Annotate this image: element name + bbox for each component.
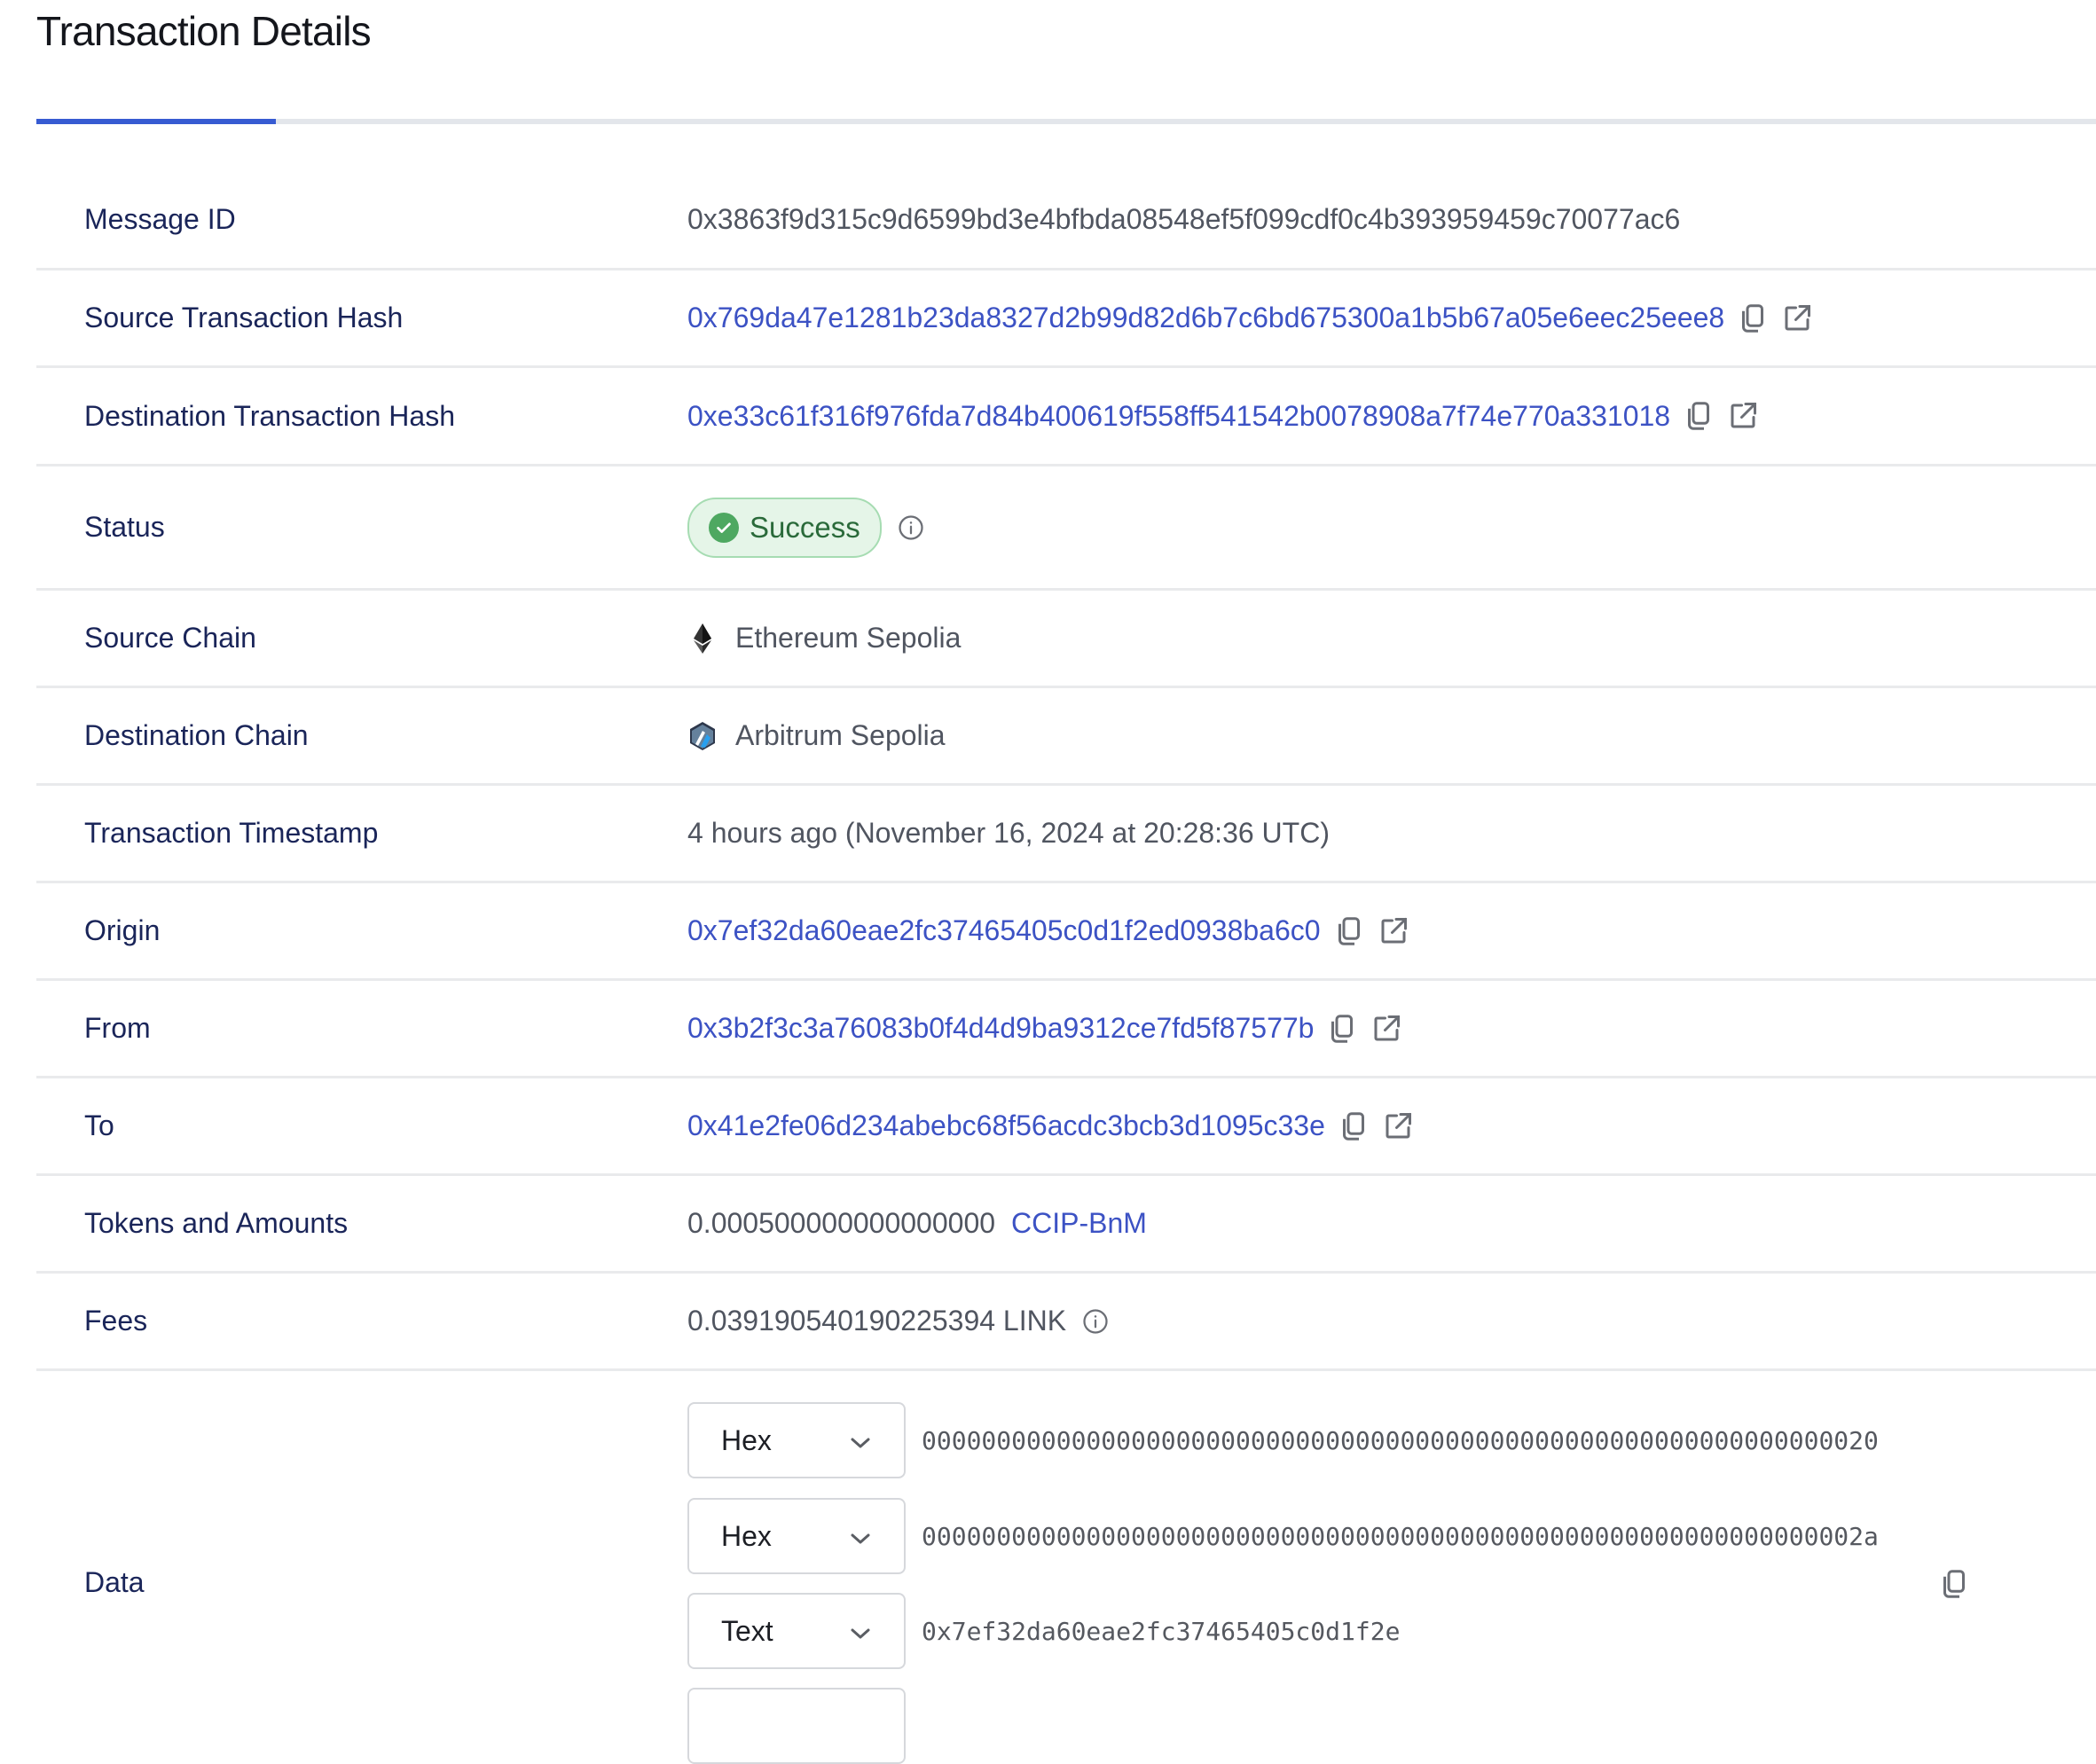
external-link-icon[interactable] — [1781, 302, 1813, 334]
label-timestamp: Transaction Timestamp — [84, 817, 379, 849]
status-badge: Success — [687, 497, 882, 558]
row-fees: Fees 0.039190540190225394 LINK — [36, 1274, 2096, 1371]
copy-icon[interactable] — [1333, 915, 1365, 947]
row-message-id: Message ID 0x3863f9d315c9d6599bd3e4bfbda… — [36, 170, 2096, 270]
label-message-id: Message ID — [84, 202, 236, 235]
external-link-icon[interactable] — [1378, 915, 1409, 947]
active-tab-indicator[interactable] — [36, 119, 276, 124]
dest-chain-name: Arbitrum Sepolia — [735, 719, 946, 751]
value-timestamp: 4 hours ago (November 16, 2024 at 20:28:… — [687, 817, 1330, 849]
copy-icon[interactable] — [1338, 1110, 1370, 1142]
token-link[interactable]: CCIP-BnM — [1011, 1207, 1147, 1240]
data-format-select-1[interactable]: Hex — [687, 1402, 906, 1478]
check-circle-icon — [709, 512, 739, 543]
token-amount: 0.000500000000000000 — [687, 1207, 996, 1239]
value-dest-chain-wrap: Arbitrum Sepolia — [687, 719, 946, 752]
chevron-down-icon — [849, 1520, 872, 1553]
value-from-wrap: 0x3b2f3c3a76083b0f4d4d9ba9312ce7fd5f8757… — [687, 1012, 1402, 1045]
label-from: From — [84, 1012, 151, 1044]
fees-value: 0.039190540190225394 LINK — [687, 1305, 1067, 1337]
value-source-chain-wrap: Ethereum Sepolia — [687, 622, 961, 655]
select-value: Hex — [721, 1423, 772, 1456]
copy-icon[interactable] — [1683, 400, 1715, 432]
origin-link[interactable]: 0x7ef32da60eae2fc37465405c0d1f2ed0938ba6… — [687, 914, 1321, 947]
ethereum-icon — [687, 623, 718, 655]
row-dest-tx: Destination Transaction Hash 0xe33c61f31… — [36, 368, 2096, 466]
tab-bar — [36, 119, 2096, 124]
label-source-chain: Source Chain — [84, 622, 256, 654]
label-origin: Origin — [84, 914, 161, 946]
label-data: Data — [84, 1566, 145, 1598]
data-line-2: Hex 000000000000000000000000000000000000… — [687, 1498, 1879, 1574]
row-timestamp: Transaction Timestamp 4 hours ago (Novem… — [36, 786, 2096, 883]
external-link-icon[interactable] — [1727, 400, 1759, 432]
data-format-select-4[interactable] — [687, 1688, 906, 1764]
source-tx-link[interactable]: 0x769da47e1281b23da8327d2b99d82d6b7c6bd6… — [687, 302, 1724, 334]
copy-icon[interactable] — [1737, 302, 1769, 334]
select-value: Hex — [721, 1519, 772, 1552]
row-status: Status Success — [36, 466, 2096, 591]
row-to: To 0x41e2fe06d234abebc68f56acdc3bcb3d109… — [36, 1078, 2096, 1176]
status-text: Success — [750, 510, 860, 544]
external-link-icon[interactable] — [1370, 1013, 1402, 1045]
label-tokens: Tokens and Amounts — [84, 1207, 349, 1239]
external-link-icon[interactable] — [1382, 1110, 1414, 1142]
data-value-2: 0000000000000000000000000000000000000000… — [922, 1521, 1879, 1551]
label-status: Status — [84, 511, 165, 543]
data-format-select-3[interactable]: Text — [687, 1593, 906, 1669]
page-title: Transaction Details — [36, 8, 372, 54]
copy-icon[interactable] — [1326, 1013, 1358, 1045]
row-tokens: Tokens and Amounts 0.000500000000000000 … — [36, 1176, 2096, 1274]
data-format-select-2[interactable]: Hex — [687, 1498, 906, 1574]
arbitrum-icon — [687, 720, 718, 752]
row-source-chain: Source Chain Ethereum Sepolia — [36, 591, 2096, 688]
label-source-tx: Source Transaction Hash — [84, 302, 404, 333]
source-chain-name: Ethereum Sepolia — [735, 622, 962, 654]
value-fees-wrap: 0.039190540190225394 LINK — [687, 1305, 1109, 1337]
label-dest-tx: Destination Transaction Hash — [84, 399, 455, 432]
label-to: To — [84, 1109, 114, 1141]
dest-tx-link[interactable]: 0xe33c61f316f976fda7d84b400619f558ff5415… — [687, 400, 1670, 433]
info-icon[interactable] — [1082, 1308, 1109, 1335]
value-tokens-wrap: 0.000500000000000000 CCIP-BnM — [687, 1207, 1147, 1240]
value-origin-wrap: 0x7ef32da60eae2fc37465405c0d1f2ed0938ba6… — [687, 914, 1409, 947]
to-link[interactable]: 0x41e2fe06d234abebc68f56acdc3bcb3d1095c3… — [687, 1109, 1325, 1142]
chevron-down-icon — [849, 1424, 872, 1457]
label-dest-chain: Destination Chain — [84, 719, 309, 751]
value-dest-tx-wrap: 0xe33c61f316f976fda7d84b400619f558ff5415… — [687, 400, 1759, 433]
data-line-4 — [687, 1688, 906, 1764]
value-message-id: 0x3863f9d315c9d6599bd3e4bfbda08548ef5f09… — [687, 202, 1681, 235]
from-link[interactable]: 0x3b2f3c3a76083b0f4d4d9ba9312ce7fd5f8757… — [687, 1012, 1314, 1045]
data-value-3: 0x7ef32da60eae2fc37465405c0d1f2e — [922, 1616, 1401, 1646]
data-line-3: Text 0x7ef32da60eae2fc37465405c0d1f2e — [687, 1593, 1400, 1669]
value-to-wrap: 0x41e2fe06d234abebc68f56acdc3bcb3d1095c3… — [687, 1109, 1414, 1142]
label-fees: Fees — [84, 1305, 148, 1337]
value-status-wrap: Success — [687, 497, 924, 558]
info-icon[interactable] — [898, 514, 924, 541]
row-source-tx: Source Transaction Hash 0x769da47e1281b2… — [36, 270, 2096, 368]
data-value-1: 0000000000000000000000000000000000000000… — [922, 1425, 1879, 1455]
data-line-1: Hex 000000000000000000000000000000000000… — [687, 1402, 1879, 1478]
row-dest-chain: Destination Chain Arbitrum Sepolia — [36, 688, 2096, 786]
select-value: Text — [721, 1614, 773, 1647]
chevron-down-icon — [849, 1615, 872, 1648]
copy-data-icon[interactable] — [1938, 1568, 1970, 1600]
row-origin: Origin 0x7ef32da60eae2fc37465405c0d1f2ed… — [36, 883, 2096, 981]
value-source-tx-wrap: 0x769da47e1281b23da8327d2b99d82d6b7c6bd6… — [687, 302, 1813, 334]
row-from: From 0x3b2f3c3a76083b0f4d4d9ba9312ce7fd5… — [36, 981, 2096, 1078]
